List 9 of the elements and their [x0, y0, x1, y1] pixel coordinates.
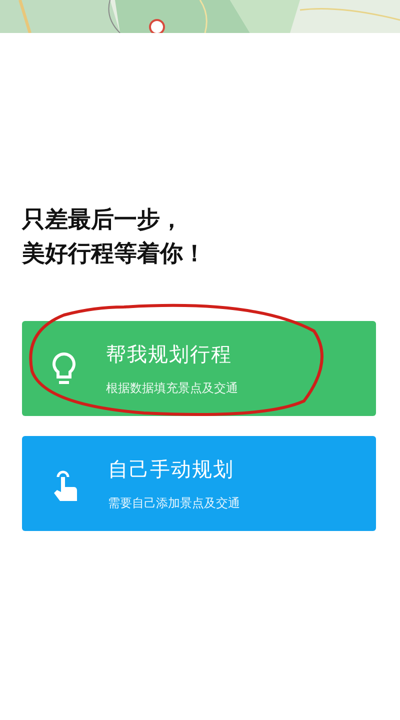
option-subtitle: 需要自己添加景点及交通 [108, 494, 240, 512]
plan-option-button[interactable]: 自己手动规划 需要自己添加景点及交通 [22, 436, 376, 531]
option-title: 自己手动规划 [108, 456, 235, 482]
heading-text: 只差最后一步， [22, 206, 184, 235]
plan-option-button[interactable]: 帮我规划行程 根据数据填充景点及交通 [22, 321, 376, 416]
option-subtitle: 根据数据填充景点及交通 [106, 380, 238, 396]
heading-text: 美好行程等着你！ [22, 240, 207, 269]
lightbulb-icon [52, 352, 76, 386]
option-title: 帮我规划行程 [106, 340, 233, 368]
